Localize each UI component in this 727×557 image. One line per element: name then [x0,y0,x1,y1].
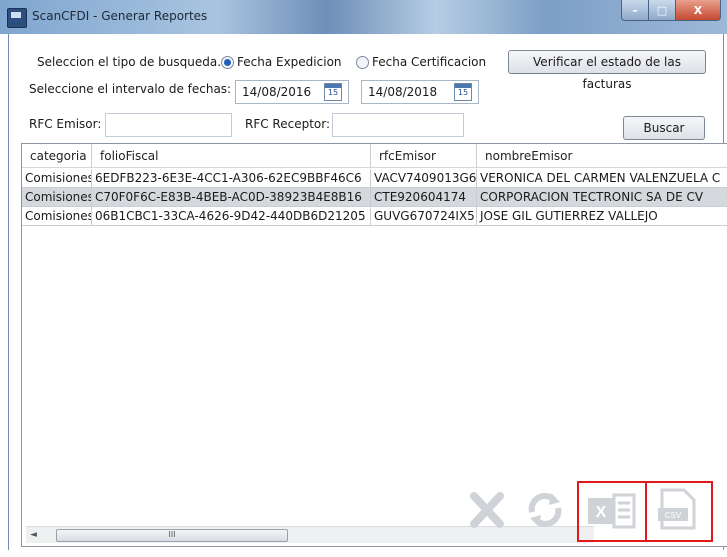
rfc-emisor-label: RFC Emisor: [29,117,102,131]
table-cell[interactable]: CTE920604174 [371,188,477,207]
table-cell[interactable]: 6EDFB223-6E3E-4CC1-A306-62EC9BBF46C6 [92,169,371,188]
table-cell[interactable]: C70F0F6C-E83B-4BEB-AC0D-38923B4E8B16 [92,188,371,207]
column-header[interactable]: folioFiscal [92,144,371,168]
date-to-value: 14/08/2018 [368,85,438,99]
date-to-picker[interactable]: 14/08/2018 15 [361,80,479,104]
scrollbar-thumb[interactable]: III [56,529,288,542]
table-cell[interactable]: VACV7409013G6 [371,169,477,188]
table-cell[interactable]: Comisiones [22,207,92,226]
calendar-icon[interactable]: 15 [324,83,342,101]
column-header[interactable]: rfcEmisor [371,144,477,168]
radio-fecha-certificacion[interactable] [356,56,369,69]
table-cell[interactable]: GUVG670724IX5 [371,207,477,226]
table-row[interactable]: Comisiones C70F0F6C-E83B-4BEB-AC0D-38923… [22,188,727,207]
radio-fecha-expedicion-label[interactable]: Fecha Expedicion [237,55,342,69]
column-header[interactable]: nombreEmisor [477,144,727,168]
calendar-icon[interactable]: 15 [454,83,472,101]
table-cell[interactable]: Comisiones [22,188,92,207]
date-interval-label: Seleccione el intervalo de fechas: [29,82,232,96]
title-bar: ScanCFDI - Generar Reportes – □ X [0,0,727,34]
highlight-box [577,481,647,542]
minimize-button[interactable]: – [621,0,649,21]
cancel-x-icon[interactable] [462,486,512,534]
verify-invoices-button[interactable]: Verificar el estado de las facturas [508,50,706,91]
close-button[interactable]: X [676,0,721,21]
table-cell[interactable]: 06B1CBC1-33CA-4626-9D42-440DB6D21205 [92,207,371,226]
scroll-left-icon[interactable]: ◄ [30,530,37,540]
search-button[interactable]: Buscar [623,116,705,140]
window-controls: – □ X [621,0,721,22]
search-type-label: Seleccion el tipo de busqueda. [37,55,222,69]
table-header: categoria folioFiscal rfcEmisor nombreEm… [22,144,727,168]
table-row[interactable]: Comisiones 06B1CBC1-33CA-4626-9D42-440DB… [22,207,727,226]
window-title: ScanCFDI - Generar Reportes [32,9,208,23]
column-header[interactable]: categoria [22,144,92,168]
date-from-value: 14/08/2016 [242,85,312,99]
rfc-emisor-input[interactable] [105,113,232,137]
highlight-box [645,481,713,542]
maximize-button[interactable]: □ [649,0,676,21]
radio-fecha-certificacion-label[interactable]: Fecha Certificacion [372,55,486,69]
table-cell[interactable]: VERONICA DEL CARMEN VALENZUELA C [477,169,727,188]
table-cell[interactable]: CORPORACION TECTRONIC SA DE CV [477,188,727,207]
table-cell[interactable]: JOSE GIL GUTIERREZ VALLEJO [477,207,727,226]
table-cell[interactable]: Comisiones [22,169,92,188]
radio-fecha-expedicion[interactable] [221,56,234,69]
table-row[interactable]: Comisiones 6EDFB223-6E3E-4CC1-A306-62EC9… [22,169,727,188]
date-from-picker[interactable]: 14/08/2016 15 [235,80,349,104]
refresh-icon[interactable] [520,486,570,534]
rfc-receptor-input[interactable] [332,113,464,137]
rfc-receptor-label: RFC Receptor: [245,117,331,131]
app-icon [7,8,27,28]
